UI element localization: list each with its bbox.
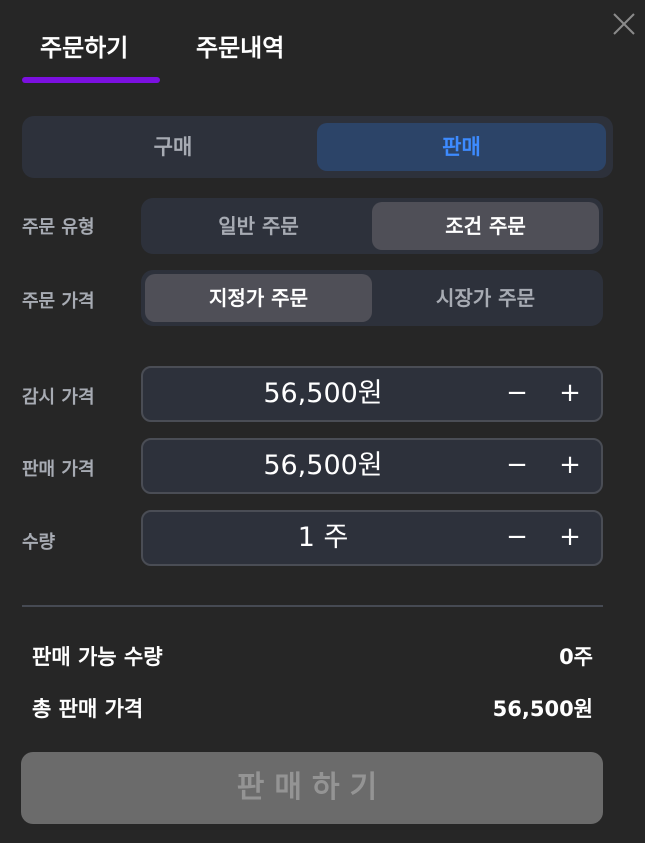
tab-order-history[interactable]: 주문내역 [196,28,284,63]
tab-order[interactable]: 주문하기 [40,28,128,63]
order-price-label: 주문 가격 [22,291,95,312]
tab-bar: 주문하기 주문내역 [22,28,342,86]
order-type-conditional[interactable]: 조건 주문 [372,202,599,250]
watch-price-decrement-button[interactable]: − [497,368,537,420]
order-price-market[interactable]: 시장가 주문 [372,274,599,322]
order-price-limit[interactable]: 지정가 주문 [145,274,372,322]
divider [22,605,603,607]
quantity-value[interactable]: 1 주 [143,512,503,564]
sell-price-value[interactable]: 56,500원 [143,440,503,492]
sell-price-label: 판매 가격 [22,459,95,480]
quantity-increment-button[interactable]: + [550,512,590,564]
available-quantity-label: 판매 가능 수량 [32,645,163,669]
sell-price-decrement-button[interactable]: − [497,440,537,492]
available-quantity-value: 0주 [559,645,593,669]
sell-price-increment-button[interactable]: + [550,440,590,492]
buy-option[interactable]: 구매 [28,123,318,171]
close-button[interactable] [610,10,638,38]
order-type-label: 주문 유형 [22,217,95,238]
active-tab-indicator [22,77,160,83]
watch-price-value[interactable]: 56,500원 [143,368,503,420]
total-sell-price-value: 56,500원 [492,697,593,721]
close-icon [613,13,635,35]
quantity-stepper: 1 주 − + [141,510,603,566]
quantity-decrement-button[interactable]: − [497,512,537,564]
order-type-normal[interactable]: 일반 주문 [145,202,372,250]
sell-submit-button[interactable]: 판매하기 [21,752,603,824]
watch-price-increment-button[interactable]: + [550,368,590,420]
order-type-toggle: 일반 주문 조건 주문 [141,198,603,254]
watch-price-label: 감시 가격 [22,387,95,408]
watch-price-stepper: 56,500원 − + [141,366,603,422]
sell-price-stepper: 56,500원 − + [141,438,603,494]
quantity-label: 수량 [22,532,56,553]
total-sell-price-label: 총 판매 가격 [32,697,144,721]
order-price-toggle: 지정가 주문 시장가 주문 [141,270,603,326]
sell-option[interactable]: 판매 [317,123,606,171]
trade-side-toggle: 구매 판매 [22,116,613,178]
